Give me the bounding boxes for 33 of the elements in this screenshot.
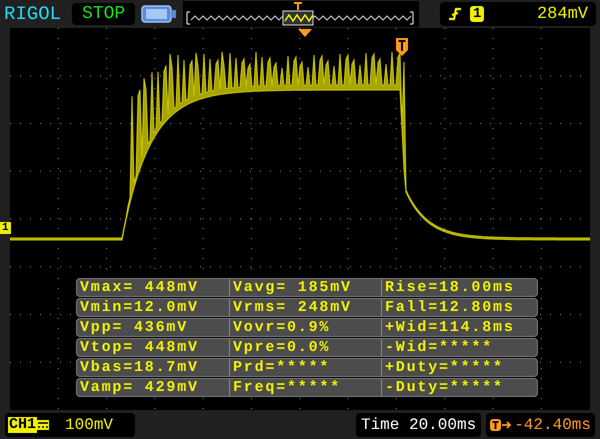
measurement-value: Vpp= 436mV <box>79 319 190 336</box>
dc-coupling-icon <box>37 420 50 430</box>
trigger-marker-icon <box>396 38 408 56</box>
measurement-value: Vamp= 429mV <box>79 379 200 396</box>
measurement-value: +Wid=114.8ms <box>381 319 533 336</box>
trigger-position-icon <box>298 29 312 37</box>
channel-label: CH1 <box>8 416 38 432</box>
trigger-level: 284mV <box>536 6 588 22</box>
measurement-value: +Duty=***** <box>381 359 533 376</box>
measurement-value: Rise=18.00ms <box>381 279 533 296</box>
measurement-value: Vmin=12.0mV <box>79 299 200 316</box>
trigger-source: 1 <box>470 6 484 22</box>
measurement-value: Prd=***** <box>229 359 381 376</box>
measurement-value: Vtop= 448mV <box>79 339 200 356</box>
run-status: STOP <box>72 3 136 25</box>
measurement-value: Vpre=0.0% <box>229 339 381 356</box>
battery-icon <box>141 5 178 23</box>
measurement-value: Freq=***** <box>229 379 381 396</box>
measurement-value: Vovr=0.9% <box>229 319 381 336</box>
rising-edge-icon <box>448 6 462 22</box>
measurement-value: -Wid=***** <box>381 339 533 356</box>
timebase-readout: Time 20.00ms <box>356 412 482 436</box>
measurement-value: Vmax= 448mV <box>79 279 200 296</box>
trigger-offset-icon <box>490 418 512 432</box>
channel-scale: 100mV <box>65 416 114 432</box>
measurement-value: Vrms= 248mV <box>229 299 381 316</box>
measurement-value: Vavg= 185mV <box>229 279 381 296</box>
channel-marker: 1 <box>0 222 11 234</box>
brand-label: RIGOL <box>4 4 62 24</box>
measurement-value: -Duty=***** <box>381 379 533 396</box>
measurement-value: Fall=12.80ms <box>381 299 533 316</box>
trigger-offset: -42.40ms <box>514 416 591 432</box>
measurement-value: Vbas=18.7mV <box>79 359 200 376</box>
